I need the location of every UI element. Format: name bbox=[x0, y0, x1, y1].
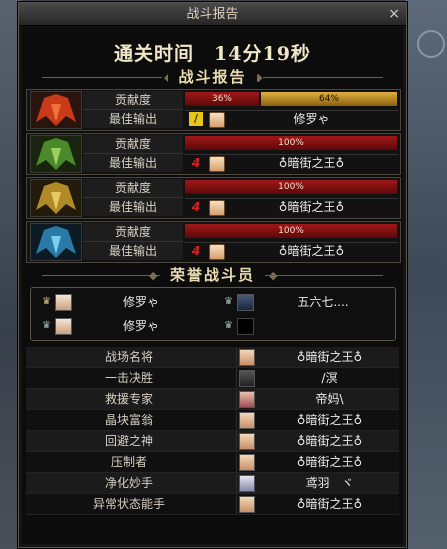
player-row: 贡献度 最佳输出 100% 4 ♁暗街之王♁ bbox=[26, 133, 401, 175]
title-winner-name: ♁暗街之王♁ bbox=[296, 497, 363, 511]
title-bar[interactable]: 战斗报告 × bbox=[19, 3, 406, 26]
best-output-cell: 4 ♁暗街之王♁ bbox=[185, 198, 398, 216]
player-avatar[interactable] bbox=[30, 179, 82, 217]
title-label: 战场名将 bbox=[104, 350, 153, 364]
player-face-icon bbox=[209, 156, 225, 172]
title-winner-name: 帝妈\ bbox=[315, 392, 344, 406]
player-face-icon bbox=[239, 391, 255, 408]
player-face-icon bbox=[239, 454, 255, 471]
title-row: 一击决胜 /溟 bbox=[26, 368, 399, 389]
honor-member[interactable]: ♛ 修罗ゃ bbox=[35, 291, 210, 313]
honor-member-name: 修罗ゃ bbox=[122, 295, 159, 309]
best-output-name: 修罗ゃ bbox=[293, 112, 330, 126]
best-output-name: ♁暗街之王♁ bbox=[278, 244, 345, 258]
honor-member[interactable]: ♛ 修罗ゃ bbox=[35, 315, 210, 337]
section-honor: ◆ 荣誉战斗员 ◆ bbox=[22, 265, 403, 285]
best-output-name: ♁暗街之王♁ bbox=[278, 156, 345, 170]
close-icon[interactable]: × bbox=[388, 5, 400, 23]
section-battle-report: ◆ 战斗报告 ◆ bbox=[22, 67, 403, 87]
claw-icon: 4 bbox=[191, 200, 201, 214]
crown-icon: ♛ bbox=[224, 296, 233, 307]
window-title: 战斗报告 bbox=[186, 7, 239, 22]
best-output-cell: 4 ♁暗街之王♁ bbox=[185, 242, 398, 260]
title-row: 净化妙手 鸢羽 ヾ bbox=[26, 473, 399, 494]
player-avatar[interactable] bbox=[30, 223, 82, 261]
contribution-label: 贡献度 bbox=[83, 135, 183, 154]
title-label: 异常状态能手 bbox=[92, 497, 165, 511]
section-title: 荣誉战斗员 bbox=[159, 266, 265, 284]
player-face-icon bbox=[239, 433, 255, 450]
title-label: 救援专家 bbox=[104, 392, 153, 406]
claw-icon: 4 bbox=[191, 156, 201, 170]
best-output-name: ♁暗街之王♁ bbox=[278, 200, 345, 214]
crown-icon: ♛ bbox=[42, 296, 51, 307]
honor-member-name: 五六七.... bbox=[297, 295, 349, 309]
title-row: 压制者 ♁暗街之王♁ bbox=[26, 452, 399, 473]
best-output-cell: / 修罗ゃ bbox=[185, 110, 398, 128]
player-avatar[interactable] bbox=[30, 135, 82, 173]
player-face-icon bbox=[237, 294, 254, 311]
title-winner-name: ♁暗街之王♁ bbox=[296, 455, 363, 469]
contribution-bar: 100% bbox=[185, 136, 397, 150]
contribution-bar: 64% bbox=[261, 92, 397, 106]
title-label: 净化妙手 bbox=[104, 476, 153, 490]
best-output-label: 最佳输出 bbox=[83, 154, 183, 172]
title-winner-name: ♁暗街之王♁ bbox=[296, 413, 363, 427]
background-right bbox=[405, 0, 447, 549]
title-row: 回避之神 ♁暗街之王♁ bbox=[26, 431, 399, 452]
title-winner-name: ♁暗街之王♁ bbox=[296, 350, 363, 364]
best-output-label: 最佳输出 bbox=[83, 198, 183, 216]
player-face-icon bbox=[209, 200, 225, 216]
best-output-cell: 4 ♁暗街之王♁ bbox=[185, 154, 398, 172]
contribution-bar: 36% bbox=[185, 92, 259, 106]
best-output-label: 最佳输出 bbox=[83, 110, 183, 128]
contribution-bar: 100% bbox=[185, 224, 397, 238]
honor-member[interactable]: ♛ 五六七.... bbox=[217, 291, 392, 313]
title-row: 救援专家 帝妈\ bbox=[26, 389, 399, 410]
title-label: 一击决胜 bbox=[104, 371, 153, 385]
honor-members-box: ♛ 修罗ゃ ♛ 五六七.... ♛ 修罗ゃ ♛ bbox=[30, 287, 396, 341]
battle-report-window: 战斗报告 × 通关时间 14分19秒 ◆ 战斗报告 ◆ 贡献度 最佳输出 36%… bbox=[18, 2, 407, 548]
contribution-label: 贡献度 bbox=[83, 179, 183, 198]
title-winner-name: /溟 bbox=[321, 371, 338, 385]
title-row: 晶块富翁 ♁暗街之王♁ bbox=[26, 410, 399, 431]
contribution-bar: 100% bbox=[185, 180, 397, 194]
player-row: 贡献度 最佳输出 36% 64% / 修罗ゃ bbox=[26, 89, 401, 131]
empty-slot-icon bbox=[237, 318, 254, 335]
contribution-label: 贡献度 bbox=[83, 91, 183, 110]
player-face-icon bbox=[239, 370, 255, 387]
honor-member[interactable]: ♛ bbox=[217, 315, 392, 337]
player-avatar[interactable] bbox=[30, 91, 82, 129]
title-label: 晶块富翁 bbox=[104, 413, 153, 427]
player-face-icon bbox=[239, 349, 255, 366]
best-output-label: 最佳输出 bbox=[83, 242, 183, 260]
player-face-icon bbox=[55, 294, 72, 311]
crown-icon: ♛ bbox=[42, 320, 51, 331]
sword-icon: / bbox=[189, 112, 203, 126]
player-face-icon bbox=[209, 244, 225, 260]
title-row: 战场名将 ♁暗街之王♁ bbox=[26, 347, 399, 368]
honor-member-name: 修罗ゃ bbox=[122, 319, 159, 333]
section-title: 战斗报告 bbox=[168, 68, 257, 86]
title-winner-name: 鸢羽 ヾ bbox=[305, 476, 354, 490]
player-face-icon bbox=[239, 475, 255, 492]
claw-icon: 4 bbox=[191, 244, 201, 258]
title-label: 回避之神 bbox=[104, 434, 153, 448]
player-row: 贡献度 最佳输出 100% 4 ♁暗街之王♁ bbox=[26, 221, 401, 263]
contribution-label: 贡献度 bbox=[83, 223, 183, 242]
clear-time: 通关时间 14分19秒 bbox=[114, 43, 311, 65]
player-face-icon bbox=[209, 112, 225, 128]
ornament-icon: ◆ bbox=[149, 269, 158, 282]
title-row: 异常状态能手 ♁暗街之王♁ bbox=[26, 494, 399, 515]
crown-icon: ♛ bbox=[224, 320, 233, 331]
player-row: 贡献度 最佳输出 100% 4 ♁暗街之王♁ bbox=[26, 177, 401, 219]
title-winner-name: ♁暗街之王♁ bbox=[296, 434, 363, 448]
report-content: 通关时间 14分19秒 ◆ 战斗报告 ◆ 贡献度 最佳输出 36% 64% / … bbox=[22, 27, 403, 544]
title-label: 压制者 bbox=[110, 455, 147, 469]
player-face-icon bbox=[55, 318, 72, 335]
player-face-icon bbox=[239, 496, 255, 513]
player-face-icon bbox=[239, 412, 255, 429]
